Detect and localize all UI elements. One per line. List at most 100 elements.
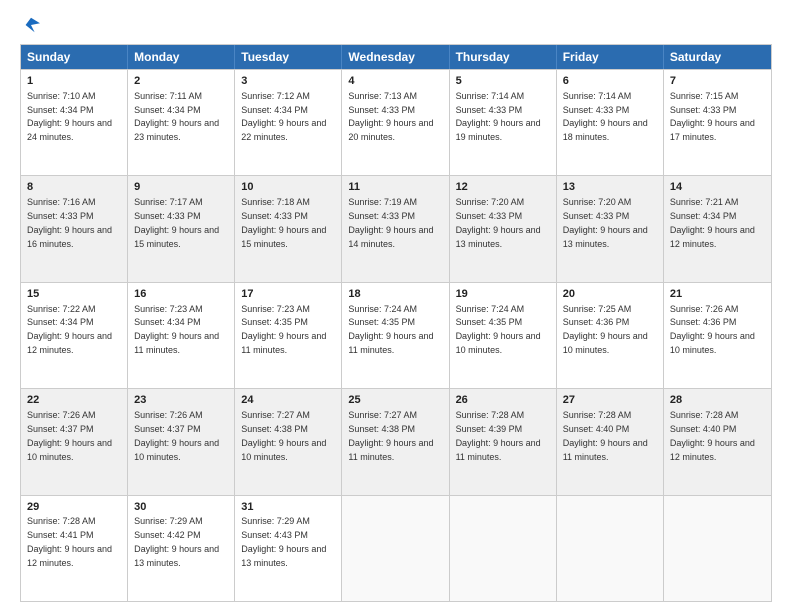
logo-bird-icon [22,16,40,34]
header-monday: Monday [128,45,235,69]
cell-info: Sunrise: 7:14 AMSunset: 4:33 PMDaylight:… [456,91,541,142]
cell-info: Sunrise: 7:28 AMSunset: 4:40 PMDaylight:… [670,410,755,461]
cell-info: Sunrise: 7:22 AMSunset: 4:34 PMDaylight:… [27,304,112,355]
day-number: 5 [456,74,550,89]
cal-cell-3-2: 24 Sunrise: 7:27 AMSunset: 4:38 PMDaylig… [235,389,342,494]
day-number: 30 [134,500,228,515]
cell-info: Sunrise: 7:23 AMSunset: 4:34 PMDaylight:… [134,304,219,355]
cell-info: Sunrise: 7:27 AMSunset: 4:38 PMDaylight:… [348,410,433,461]
cal-cell-4-1: 30 Sunrise: 7:29 AMSunset: 4:42 PMDaylig… [128,496,235,601]
cal-cell-4-4 [450,496,557,601]
day-number: 14 [670,180,765,195]
day-number: 2 [134,74,228,89]
cal-cell-2-0: 15 Sunrise: 7:22 AMSunset: 4:34 PMDaylig… [21,283,128,388]
day-number: 27 [563,393,657,408]
header-friday: Friday [557,45,664,69]
cell-info: Sunrise: 7:28 AMSunset: 4:39 PMDaylight:… [456,410,541,461]
cell-info: Sunrise: 7:18 AMSunset: 4:33 PMDaylight:… [241,197,326,248]
cal-cell-3-6: 28 Sunrise: 7:28 AMSunset: 4:40 PMDaylig… [664,389,771,494]
cell-info: Sunrise: 7:15 AMSunset: 4:33 PMDaylight:… [670,91,755,142]
header [20,16,772,34]
cal-row-3: 22 Sunrise: 7:26 AMSunset: 4:37 PMDaylig… [21,388,771,494]
day-number: 16 [134,287,228,302]
cal-row-2: 15 Sunrise: 7:22 AMSunset: 4:34 PMDaylig… [21,282,771,388]
day-number: 9 [134,180,228,195]
cal-cell-3-5: 27 Sunrise: 7:28 AMSunset: 4:40 PMDaylig… [557,389,664,494]
cal-cell-3-4: 26 Sunrise: 7:28 AMSunset: 4:39 PMDaylig… [450,389,557,494]
day-number: 20 [563,287,657,302]
cal-cell-4-0: 29 Sunrise: 7:28 AMSunset: 4:41 PMDaylig… [21,496,128,601]
day-number: 26 [456,393,550,408]
day-number: 15 [27,287,121,302]
cal-cell-3-3: 25 Sunrise: 7:27 AMSunset: 4:38 PMDaylig… [342,389,449,494]
day-number: 24 [241,393,335,408]
cell-info: Sunrise: 7:21 AMSunset: 4:34 PMDaylight:… [670,197,755,248]
cal-cell-3-1: 23 Sunrise: 7:26 AMSunset: 4:37 PMDaylig… [128,389,235,494]
cal-cell-2-1: 16 Sunrise: 7:23 AMSunset: 4:34 PMDaylig… [128,283,235,388]
cell-info: Sunrise: 7:10 AMSunset: 4:34 PMDaylight:… [27,91,112,142]
day-number: 17 [241,287,335,302]
cal-cell-4-6 [664,496,771,601]
cal-cell-0-4: 5 Sunrise: 7:14 AMSunset: 4:33 PMDayligh… [450,70,557,175]
cal-cell-4-3 [342,496,449,601]
cal-cell-2-6: 21 Sunrise: 7:26 AMSunset: 4:36 PMDaylig… [664,283,771,388]
cell-info: Sunrise: 7:28 AMSunset: 4:40 PMDaylight:… [563,410,648,461]
cal-cell-2-5: 20 Sunrise: 7:25 AMSunset: 4:36 PMDaylig… [557,283,664,388]
cell-info: Sunrise: 7:29 AMSunset: 4:43 PMDaylight:… [241,516,326,567]
cal-cell-1-5: 13 Sunrise: 7:20 AMSunset: 4:33 PMDaylig… [557,176,664,281]
cal-cell-4-2: 31 Sunrise: 7:29 AMSunset: 4:43 PMDaylig… [235,496,342,601]
cell-info: Sunrise: 7:25 AMSunset: 4:36 PMDaylight:… [563,304,648,355]
cal-cell-0-1: 2 Sunrise: 7:11 AMSunset: 4:34 PMDayligh… [128,70,235,175]
logo [20,16,40,34]
cal-cell-1-1: 9 Sunrise: 7:17 AMSunset: 4:33 PMDayligh… [128,176,235,281]
cell-info: Sunrise: 7:24 AMSunset: 4:35 PMDaylight:… [348,304,433,355]
cell-info: Sunrise: 7:23 AMSunset: 4:35 PMDaylight:… [241,304,326,355]
page: Sunday Monday Tuesday Wednesday Thursday… [0,0,792,612]
cell-info: Sunrise: 7:28 AMSunset: 4:41 PMDaylight:… [27,516,112,567]
cell-info: Sunrise: 7:27 AMSunset: 4:38 PMDaylight:… [241,410,326,461]
day-number: 7 [670,74,765,89]
cal-cell-3-0: 22 Sunrise: 7:26 AMSunset: 4:37 PMDaylig… [21,389,128,494]
day-number: 25 [348,393,442,408]
cell-info: Sunrise: 7:26 AMSunset: 4:37 PMDaylight:… [27,410,112,461]
cal-cell-2-4: 19 Sunrise: 7:24 AMSunset: 4:35 PMDaylig… [450,283,557,388]
cal-row-4: 29 Sunrise: 7:28 AMSunset: 4:41 PMDaylig… [21,495,771,601]
cal-cell-1-3: 11 Sunrise: 7:19 AMSunset: 4:33 PMDaylig… [342,176,449,281]
day-number: 18 [348,287,442,302]
cell-info: Sunrise: 7:12 AMSunset: 4:34 PMDaylight:… [241,91,326,142]
cell-info: Sunrise: 7:11 AMSunset: 4:34 PMDaylight:… [134,91,219,142]
header-sunday: Sunday [21,45,128,69]
day-number: 31 [241,500,335,515]
cal-cell-0-6: 7 Sunrise: 7:15 AMSunset: 4:33 PMDayligh… [664,70,771,175]
day-number: 4 [348,74,442,89]
day-number: 19 [456,287,550,302]
cal-cell-2-3: 18 Sunrise: 7:24 AMSunset: 4:35 PMDaylig… [342,283,449,388]
day-number: 11 [348,180,442,195]
day-number: 13 [563,180,657,195]
cal-cell-0-3: 4 Sunrise: 7:13 AMSunset: 4:33 PMDayligh… [342,70,449,175]
cell-info: Sunrise: 7:20 AMSunset: 4:33 PMDaylight:… [563,197,648,248]
header-wednesday: Wednesday [342,45,449,69]
cell-info: Sunrise: 7:26 AMSunset: 4:37 PMDaylight:… [134,410,219,461]
cell-info: Sunrise: 7:20 AMSunset: 4:33 PMDaylight:… [456,197,541,248]
cell-info: Sunrise: 7:13 AMSunset: 4:33 PMDaylight:… [348,91,433,142]
calendar-header: Sunday Monday Tuesday Wednesday Thursday… [21,45,771,69]
day-number: 8 [27,180,121,195]
day-number: 12 [456,180,550,195]
cal-cell-0-5: 6 Sunrise: 7:14 AMSunset: 4:33 PMDayligh… [557,70,664,175]
cell-info: Sunrise: 7:24 AMSunset: 4:35 PMDaylight:… [456,304,541,355]
cell-info: Sunrise: 7:26 AMSunset: 4:36 PMDaylight:… [670,304,755,355]
cell-info: Sunrise: 7:17 AMSunset: 4:33 PMDaylight:… [134,197,219,248]
cal-cell-0-0: 1 Sunrise: 7:10 AMSunset: 4:34 PMDayligh… [21,70,128,175]
cal-cell-1-4: 12 Sunrise: 7:20 AMSunset: 4:33 PMDaylig… [450,176,557,281]
day-number: 22 [27,393,121,408]
cal-cell-1-0: 8 Sunrise: 7:16 AMSunset: 4:33 PMDayligh… [21,176,128,281]
calendar: Sunday Monday Tuesday Wednesday Thursday… [20,44,772,602]
cell-info: Sunrise: 7:19 AMSunset: 4:33 PMDaylight:… [348,197,433,248]
header-thursday: Thursday [450,45,557,69]
day-number: 28 [670,393,765,408]
day-number: 21 [670,287,765,302]
day-number: 6 [563,74,657,89]
cal-cell-1-6: 14 Sunrise: 7:21 AMSunset: 4:34 PMDaylig… [664,176,771,281]
cal-cell-2-2: 17 Sunrise: 7:23 AMSunset: 4:35 PMDaylig… [235,283,342,388]
